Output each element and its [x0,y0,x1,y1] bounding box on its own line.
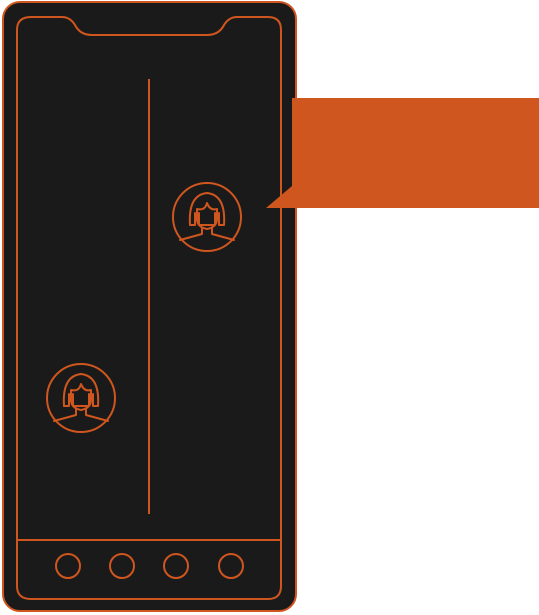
speech-bubble [266,98,539,208]
phone-illustration [2,1,539,612]
